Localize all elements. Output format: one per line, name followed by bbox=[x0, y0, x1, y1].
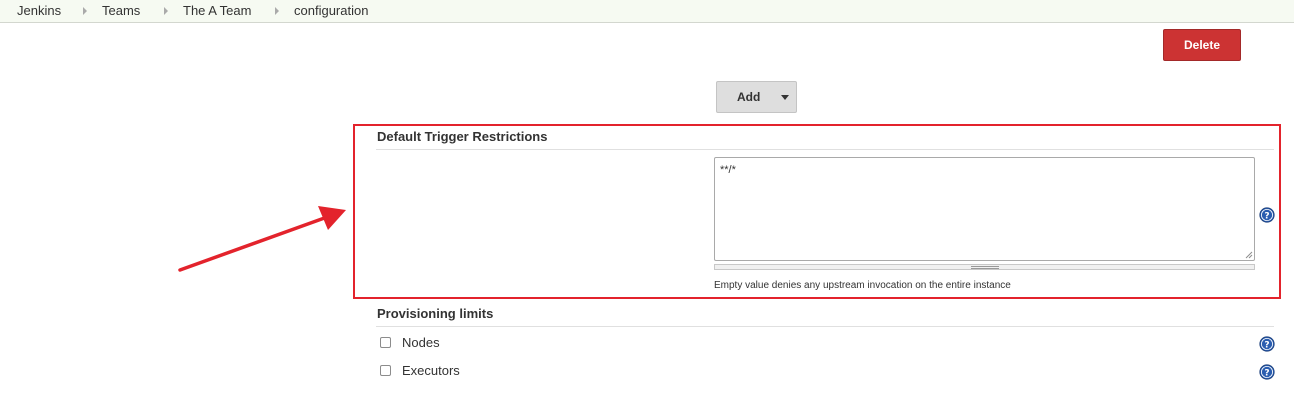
section-divider bbox=[376, 326, 1274, 327]
help-icon[interactable]: ? bbox=[1259, 207, 1275, 223]
executors-label[interactable]: Executors bbox=[402, 363, 460, 378]
chevron-right-icon bbox=[164, 7, 168, 15]
breadcrumb-item-jenkins[interactable]: Jenkins bbox=[17, 3, 61, 18]
svg-text:?: ? bbox=[1264, 212, 1269, 222]
breadcrumb-item-the-a-team[interactable]: The A Team bbox=[183, 3, 251, 18]
chevron-right-icon bbox=[275, 7, 279, 15]
add-button[interactable]: Add bbox=[716, 81, 797, 113]
breadcrumb-item-teams[interactable]: Teams bbox=[102, 3, 140, 18]
textarea-expand-handle[interactable] bbox=[714, 264, 1255, 270]
nodes-label[interactable]: Nodes bbox=[402, 335, 440, 350]
breadcrumb: Jenkins Teams The A Team configuration bbox=[0, 0, 1294, 23]
chevron-down-icon bbox=[781, 95, 789, 100]
provisioning-limits-title: Provisioning limits bbox=[377, 306, 494, 321]
nodes-checkbox[interactable] bbox=[380, 337, 391, 348]
help-icon[interactable]: ? bbox=[1259, 364, 1275, 380]
add-button-label: Add bbox=[737, 90, 761, 104]
executors-checkbox[interactable] bbox=[380, 365, 391, 376]
section-divider bbox=[376, 149, 1274, 150]
resize-grip-icon[interactable] bbox=[1245, 251, 1253, 259]
trigger-restrictions-title: Default Trigger Restrictions bbox=[377, 129, 548, 144]
trigger-restrictions-hint: Empty value denies any upstream invocati… bbox=[714, 280, 1011, 291]
chevron-right-icon bbox=[83, 7, 87, 15]
svg-text:?: ? bbox=[1264, 369, 1269, 379]
svg-text:?: ? bbox=[1264, 341, 1269, 351]
help-icon[interactable]: ? bbox=[1259, 336, 1275, 352]
trigger-restrictions-textarea[interactable] bbox=[714, 157, 1255, 261]
red-arrow-icon bbox=[178, 206, 346, 272]
drag-grip-icon bbox=[971, 266, 999, 269]
breadcrumb-item-configuration[interactable]: configuration bbox=[294, 3, 368, 18]
delete-button[interactable]: Delete bbox=[1163, 29, 1241, 61]
